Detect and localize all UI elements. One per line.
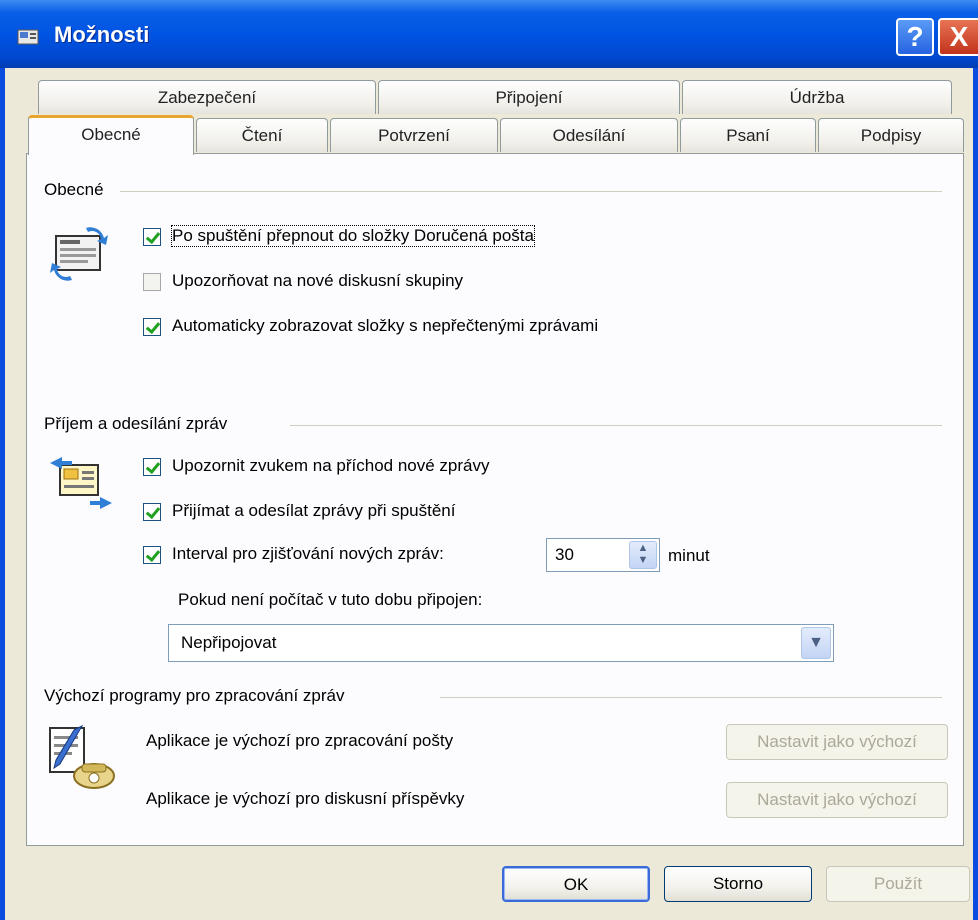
tab-zabezpeceni[interactable]: Zabezpečení (38, 80, 376, 114)
default-news-text: Aplikace je výchozí pro diskusní příspěv… (146, 789, 465, 808)
checkbox-send-receive-on-start[interactable] (143, 503, 161, 521)
title-bar[interactable]: Možnosti ? X (0, 0, 978, 68)
send-receive-on-start-label[interactable]: Přijímat a odesílat zprávy při spuštění (172, 501, 455, 521)
general-options-icon (50, 227, 108, 281)
group-defaults-divider (440, 697, 942, 698)
close-button[interactable]: X (938, 18, 978, 56)
default-programs-icon (49, 724, 115, 789)
notify-newsgroups-label[interactable]: Upozorňovat na nové diskusní skupiny (172, 271, 463, 291)
open-inbox-on-start-label[interactable]: Po spuštění přepnout do složky Doručená … (171, 225, 535, 247)
chevron-down-icon[interactable]: ▼ (801, 627, 831, 659)
options-app-icon (17, 29, 39, 45)
apply-button[interactable]: Použít (826, 866, 970, 902)
help-button[interactable]: ? (896, 18, 934, 56)
set-default-news-button[interactable]: Nastavit jako výchozí (726, 782, 948, 818)
cancel-button[interactable]: Storno (664, 866, 812, 902)
spinner-up-down-icon[interactable]: ▲ ▼ (629, 541, 657, 569)
group-send-receive-label: Příjem a odesílání zpráv (44, 414, 228, 433)
offline-behavior-selected[interactable]: Nepřipojovat (181, 633, 276, 653)
default-mail-text: Aplikace je výchozí pro zpracování pošty (146, 731, 454, 750)
checkbox-show-unread-folders[interactable] (143, 318, 161, 336)
tab-cteni[interactable]: Čtení (196, 118, 328, 152)
tab-pripojeni[interactable]: Připojení (378, 80, 680, 114)
checkbox-notify-newsgroups[interactable] (143, 273, 161, 291)
interval-unit-label: minut (668, 546, 710, 565)
sound-on-new-mail-label[interactable]: Upozornit zvukem na příchod nové zprávy (172, 456, 490, 476)
group-send-receive-divider (290, 425, 942, 426)
check-interval-label[interactable]: Interval pro zjišťování nových zpráv: (172, 544, 444, 564)
interval-minutes-spinner[interactable]: 30 ▲ ▼ (546, 538, 660, 572)
options-dialog: Možnosti ? X Zabezpečení Připojení Údržb… (0, 0, 978, 920)
checkbox-check-interval[interactable] (143, 546, 161, 564)
offline-behavior-label: Pokud není počítač v tuto dobu připojen: (178, 590, 483, 609)
checkbox-open-inbox-on-start[interactable] (143, 228, 161, 246)
interval-minutes-value[interactable]: 30 (555, 545, 574, 565)
ok-button[interactable]: OK (502, 866, 650, 902)
tab-podpisy[interactable]: Podpisy (818, 118, 964, 152)
group-general-divider (120, 191, 942, 192)
set-default-mail-button[interactable]: Nastavit jako výchozí (726, 724, 948, 760)
group-general-label: Obecné (44, 180, 104, 199)
tab-obecne[interactable]: Obecné (28, 115, 194, 155)
window-title: Možnosti (54, 22, 150, 47)
show-unread-folders-label[interactable]: Automaticky zobrazovat složky s nepřečte… (172, 316, 598, 336)
window-border-right (973, 68, 978, 920)
tab-udrzba[interactable]: Údržba (682, 80, 952, 114)
window-border-left (0, 68, 5, 920)
group-defaults-label: Výchozí programy pro zpracování zpráv (44, 686, 345, 705)
tab-potvrzeni[interactable]: Potvrzení (330, 118, 498, 152)
tab-odesilani[interactable]: Odesílání (500, 118, 678, 152)
tab-psani[interactable]: Psaní (680, 118, 816, 152)
checkbox-sound-on-new-mail[interactable] (143, 458, 161, 476)
offline-behavior-dropdown[interactable]: Nepřipojovat ▼ (168, 624, 834, 662)
send-receive-icon (50, 457, 112, 509)
